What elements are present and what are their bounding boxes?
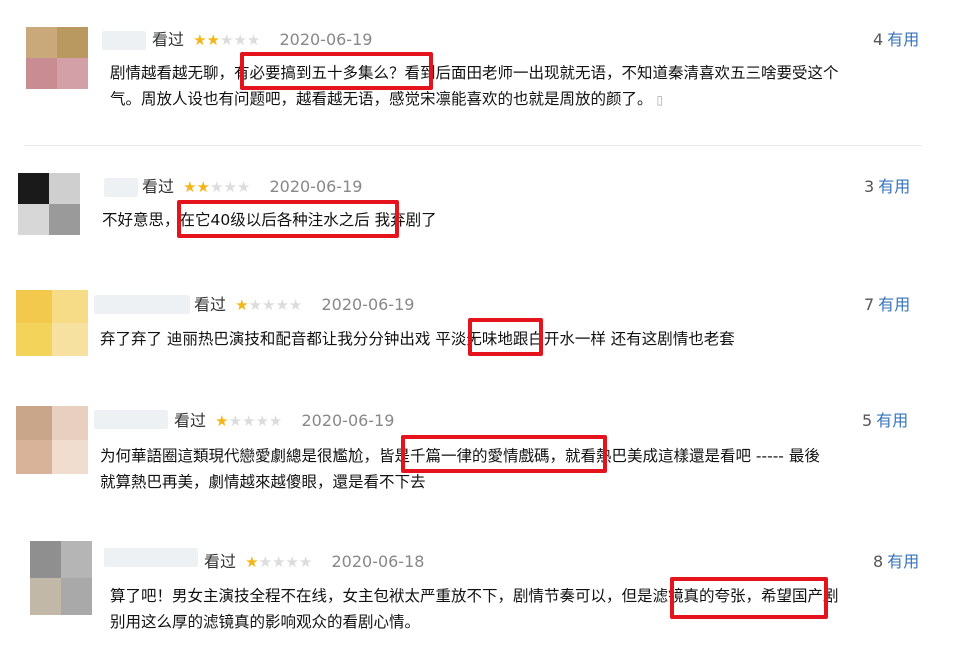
avatar[interactable] — [30, 541, 92, 615]
vote-area: 5 有用 — [862, 411, 908, 431]
avatar[interactable] — [26, 27, 88, 89]
review-text-line: 剧情越看越无聊，有必要搞到五十多集么？看到后面田老师一出现就无语，不知道秦清喜欢… — [110, 64, 839, 82]
review-date: 2020-06-19 — [279, 30, 373, 49]
watched-tag: 看过 — [204, 552, 237, 571]
useful-button[interactable]: 有用 — [878, 295, 910, 314]
vote-area: 3 有用 — [864, 177, 910, 197]
vote-count: 5 — [862, 411, 873, 430]
vote-area: 7 有用 — [864, 295, 910, 315]
review-date: 2020-06-19 — [301, 411, 395, 430]
highlight-box — [177, 200, 399, 238]
rating-stars-icon: ★★★★★ — [235, 296, 303, 314]
watched-tag: 看过 — [174, 411, 207, 430]
review-meta: 看过 ★★★★★ 2020-06-19 — [152, 30, 372, 50]
phone-icon: ▯ — [656, 93, 664, 107]
rating-stars-icon: ★★★★★ — [193, 31, 261, 49]
rating-stars-icon: ★★★★★ — [183, 178, 251, 196]
avatar[interactable] — [18, 173, 80, 235]
username[interactable] — [94, 295, 190, 314]
review-date: 2020-06-19 — [269, 177, 363, 196]
vote-count: 3 — [864, 177, 875, 196]
review-date: 2020-06-18 — [331, 552, 425, 571]
avatar[interactable] — [16, 290, 88, 356]
watched-tag: 看过 — [194, 295, 227, 314]
review-meta: 看过 ★★★★★ 2020-06-19 — [194, 295, 414, 315]
highlight-box — [401, 435, 607, 473]
review-text: 剧情越看越无聊，有必要搞到五十多集么？看到后面田老师一出现就无语，不知道秦清喜欢… — [110, 60, 940, 113]
watched-tag: 看过 — [152, 30, 185, 49]
highlight-box — [240, 52, 433, 90]
review-meta: 看过 ★★★★★ 2020-06-18 — [204, 552, 424, 572]
vote-count: 4 — [873, 30, 884, 49]
useful-button[interactable]: 有用 — [878, 177, 910, 196]
useful-button[interactable]: 有用 — [887, 552, 919, 571]
vote-count: 8 — [873, 552, 884, 571]
divider — [24, 145, 922, 146]
username[interactable] — [104, 178, 138, 197]
review-meta: 看过 ★★★★★ 2020-06-19 — [174, 411, 394, 431]
username[interactable] — [102, 31, 146, 50]
vote-area: 4 有用 — [873, 30, 919, 50]
rating-stars-icon: ★★★★★ — [245, 553, 313, 571]
avatar[interactable] — [16, 406, 88, 474]
review-date: 2020-06-19 — [321, 295, 415, 314]
watched-tag: 看过 — [142, 177, 175, 196]
highlight-box — [468, 318, 543, 356]
vote-area: 8 有用 — [873, 552, 919, 572]
review-meta: 看过 ★★★★★ 2020-06-19 — [142, 177, 362, 197]
username[interactable] — [104, 548, 198, 567]
rating-stars-icon: ★★★★★ — [215, 412, 283, 430]
review-text-line: 气。周放人设也有问题吧，越看越无语，感觉宋凛能喜欢的也就是周放的颜了。 — [110, 90, 653, 108]
useful-button[interactable]: 有用 — [876, 411, 908, 430]
highlight-box — [670, 577, 828, 619]
useful-button[interactable]: 有用 — [887, 30, 919, 49]
vote-count: 7 — [864, 295, 875, 314]
username[interactable] — [94, 410, 168, 429]
